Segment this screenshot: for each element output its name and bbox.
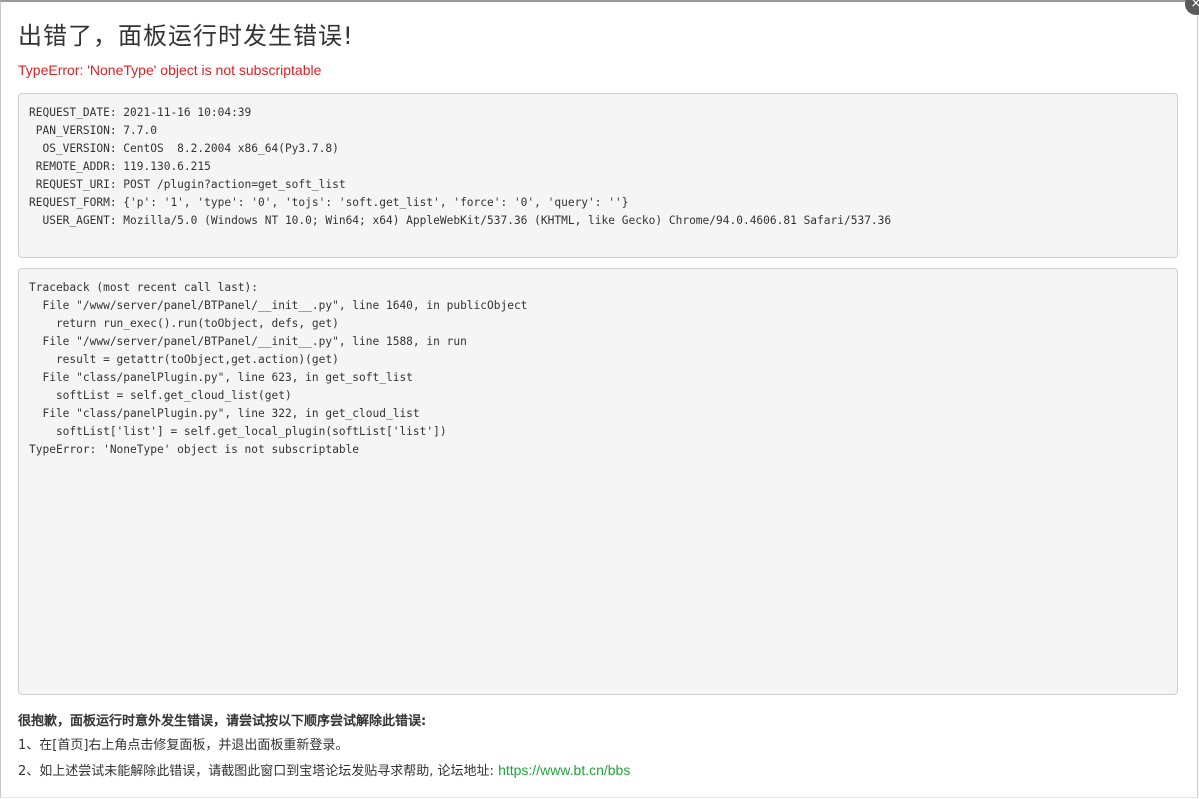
traceback-line: Traceback (most recent call last): xyxy=(29,281,259,294)
error-message: TypeError: 'NoneType' object is not subs… xyxy=(18,62,322,78)
request-info-line: REQUEST_URI: POST /plugin?action=get_sof… xyxy=(29,178,346,191)
request-info-line: REMOTE_ADDR: 119.130.6.215 xyxy=(29,160,211,173)
request-info-panel: REQUEST_DATE: 2021-11-16 10:04:39 PAN_VE… xyxy=(18,93,1178,258)
traceback-line: softList = self.get_cloud_list(get) xyxy=(29,389,292,402)
request-info-line: OS_VERSION: CentOS 8.2.2004 x86_64(Py3.7… xyxy=(29,142,339,155)
help-step-1: 1、在[首页]右上角点击修复面板，并退出面板重新登录。 xyxy=(18,738,349,753)
request-info-line: USER_AGENT: Mozilla/5.0 (Windows NT 10.0… xyxy=(29,214,892,227)
traceback-line: File "class/panelPlugin.py", line 623, i… xyxy=(29,371,413,384)
request-info-line: PAN_VERSION: 7.7.0 xyxy=(29,124,157,137)
traceback-line: File "class/panelPlugin.py", line 322, i… xyxy=(29,407,420,420)
forum-link[interactable]: https://www.bt.cn/bbs xyxy=(498,762,630,778)
traceback-line: softList['list'] = self.get_local_plugin… xyxy=(29,425,447,438)
traceback-panel: Traceback (most recent call last): File … xyxy=(18,268,1178,695)
traceback-line: return run_exec().run(toObject, defs, ge… xyxy=(29,317,339,330)
help-step-2: 2、如上述尝试未能解除此错误，请截图此窗口到宝塔论坛发贴寻求帮助, 论坛地址: … xyxy=(18,761,630,781)
traceback-line: File "/www/server/panel/BTPanel/__init__… xyxy=(29,299,528,312)
traceback-line: TypeError: 'NoneType' object is not subs… xyxy=(29,443,360,456)
close-icon[interactable]: × xyxy=(1185,0,1199,15)
help-heading: 很抱歉，面板运行时意外发生错误，请尝试按以下顺序尝试解除此错误: xyxy=(18,714,427,729)
traceback-line: result = getattr(toObject,get.action)(ge… xyxy=(29,353,339,366)
page-title: 出错了，面板运行时发生错误! xyxy=(18,22,354,50)
request-info-line: REQUEST_FORM: {'p': '1', 'type': '0', 't… xyxy=(29,196,629,209)
help-step-2-text: 2、如上述尝试未能解除此错误，请截图此窗口到宝塔论坛发贴寻求帮助, 论坛地址: xyxy=(18,764,499,779)
request-info-line: REQUEST_DATE: 2021-11-16 10:04:39 xyxy=(29,106,252,119)
traceback-line: File "/www/server/panel/BTPanel/__init__… xyxy=(29,335,467,348)
